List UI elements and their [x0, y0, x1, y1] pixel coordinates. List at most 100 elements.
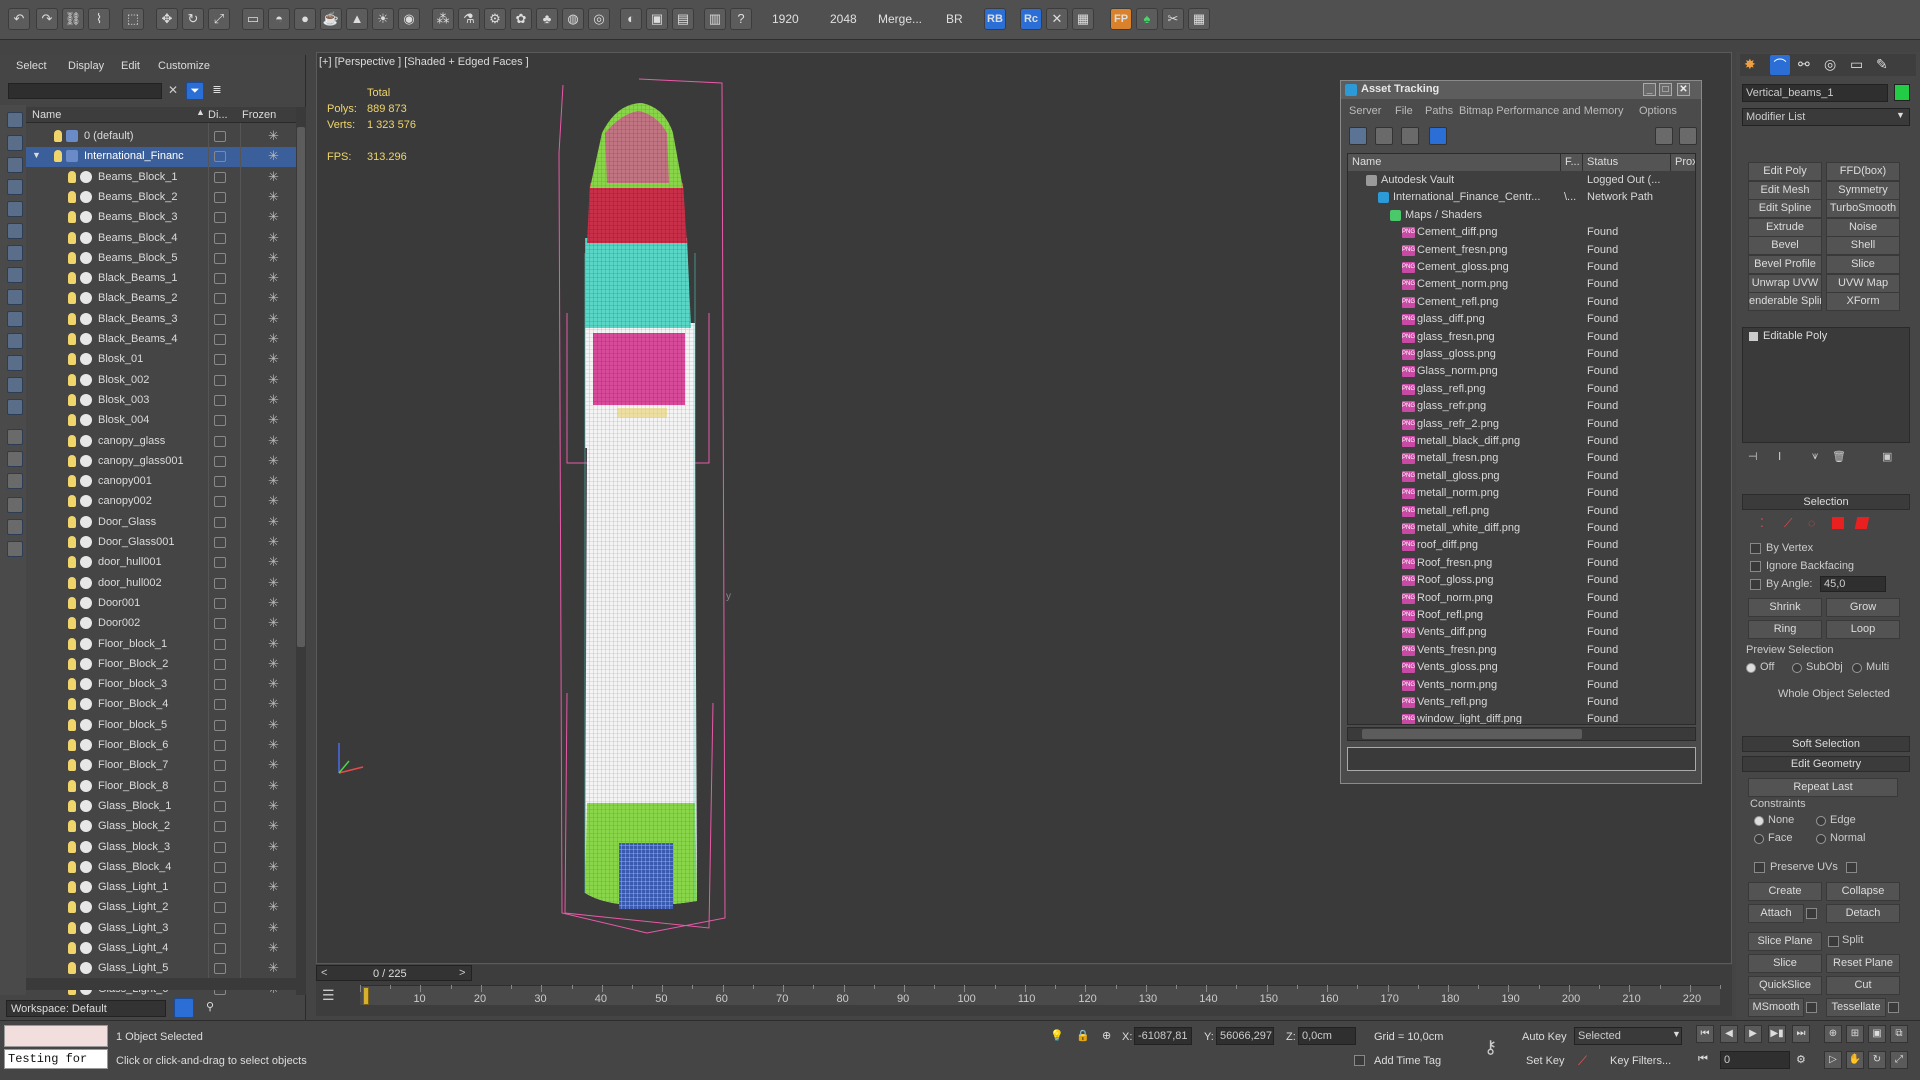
wrench-icon[interactable]: ✂ — [1162, 8, 1184, 30]
display-toggle-icon[interactable] — [214, 394, 226, 406]
asset-menu-server[interactable]: Server — [1349, 105, 1381, 117]
constraint-normal-radio[interactable] — [1816, 834, 1826, 844]
particles-icon[interactable]: ⁂ — [432, 8, 454, 30]
time-slider[interactable]: < 0 / 225 > — [316, 965, 472, 981]
visibility-bulb-icon[interactable] — [54, 130, 62, 142]
display-toggle-icon[interactable] — [214, 313, 226, 325]
freeze-toggle-icon[interactable]: ✳ — [268, 534, 279, 550]
scene-item[interactable]: canopy_glass001 ✳ — [26, 452, 296, 472]
freeze-toggle-icon[interactable]: ✳ — [268, 189, 279, 205]
display-toggle-icon[interactable] — [214, 191, 226, 203]
scene-item[interactable]: 0 (default) ✳ — [26, 127, 296, 147]
asset-row[interactable]: PNG metall_refl.png Found — [1348, 503, 1695, 520]
asset-menu-paths[interactable]: Paths — [1425, 105, 1453, 117]
asset-row[interactable]: PNG Roof_gloss.png Found — [1348, 572, 1695, 589]
attach-list-icon[interactable] — [1806, 908, 1817, 919]
layout-icon[interactable]: ▥ — [704, 8, 726, 30]
visibility-bulb-icon[interactable] — [68, 698, 76, 711]
display-toggle-icon[interactable] — [214, 740, 226, 751]
visibility-bulb-icon[interactable] — [68, 292, 76, 305]
display-toggle-icon[interactable] — [214, 618, 226, 630]
freeze-toggle-icon[interactable]: ✳ — [268, 798, 279, 814]
display-toggle-icon[interactable] — [214, 334, 226, 345]
loop-button[interactable]: Loop — [1826, 620, 1900, 639]
col-frozen[interactable]: Frozen — [242, 109, 276, 121]
freeze-toggle-icon[interactable]: ✳ — [268, 656, 279, 672]
freeze-toggle-icon[interactable]: ✳ — [268, 676, 279, 692]
scene-item[interactable]: Glass_Light_5 ✳ — [26, 959, 296, 979]
visibility-bulb-icon[interactable] — [68, 576, 76, 589]
utilities-tab-icon[interactable]: ✎ — [1876, 56, 1888, 73]
display-objects-icon[interactable] — [7, 112, 23, 128]
visibility-bulb-icon[interactable] — [68, 739, 76, 751]
display-toggle-icon[interactable] — [214, 354, 226, 366]
help-icon[interactable]: ? — [730, 8, 752, 30]
asset-row[interactable]: PNG glass_refr.png Found — [1348, 398, 1695, 415]
modifier-button[interactable]: Edit Spline — [1748, 199, 1822, 219]
key-icon[interactable]: ⚷ — [1484, 1037, 1497, 1058]
freeze-toggle-icon[interactable]: ✳ — [268, 209, 279, 225]
preview-subobj-radio[interactable] — [1792, 663, 1802, 673]
visibility-bulb-icon[interactable] — [68, 556, 76, 569]
layer-explorer-icon[interactable] — [174, 998, 194, 1018]
invert-display-icon[interactable] — [7, 451, 23, 467]
slice-button[interactable]: Slice — [1748, 954, 1822, 973]
freeze-toggle-icon[interactable]: ✳ — [268, 554, 279, 570]
columns-icon[interactable] — [7, 541, 23, 557]
modifier-button[interactable]: XForm — [1826, 292, 1900, 312]
expand-chevron-icon[interactable]: ▼ — [32, 150, 41, 160]
sun-light-icon[interactable]: ☀ — [372, 8, 394, 30]
sort-icon[interactable] — [7, 519, 23, 535]
asset-row[interactable]: PNG metall_white_diff.png Found — [1348, 520, 1695, 537]
display-toggle-icon[interactable] — [214, 151, 226, 163]
display-none-icon[interactable] — [7, 429, 23, 445]
scene-item[interactable]: Blosk_004 ✳ — [26, 411, 296, 431]
list-view-icon[interactable] — [1375, 127, 1393, 145]
hdri-icon[interactable]: ◍ — [562, 8, 584, 30]
zoom-extents-icon[interactable]: ▣ — [1868, 1025, 1886, 1043]
visibility-bulb-icon[interactable] — [68, 170, 76, 183]
remove-modifier-icon[interactable]: 🗑 — [1832, 450, 1846, 463]
resolution-width[interactable]: 1920 — [772, 12, 799, 26]
fov-icon[interactable]: ▷ — [1824, 1051, 1842, 1069]
display-spacewarps-icon[interactable] — [7, 245, 23, 261]
asset-row[interactable]: PNG Cement_diff.png Found — [1348, 224, 1695, 241]
render-setup-icon[interactable]: ⚙ — [484, 8, 506, 30]
modifier-button[interactable]: Bevel — [1748, 236, 1822, 256]
visibility-bulb-icon[interactable] — [68, 373, 76, 386]
select-link-icon[interactable]: ⛓ — [62, 8, 84, 30]
display-toggle-icon[interactable] — [214, 719, 226, 731]
scene-item[interactable]: Beams_Block_3 ✳ — [26, 208, 296, 228]
workspace-dropdown[interactable]: Workspace: Default — [6, 1000, 166, 1017]
stack-item-editable-poly[interactable]: Editable Poly — [1763, 330, 1827, 342]
zoom-extents-all-icon[interactable]: ⧉ — [1890, 1025, 1908, 1043]
modifier-button[interactable]: Slice — [1826, 255, 1900, 274]
display-toggle-icon[interactable] — [214, 638, 226, 650]
scene-item[interactable]: Door_Glass001 ✳ — [26, 533, 296, 553]
visibility-bulb-icon[interactable] — [68, 942, 76, 954]
modifier-button[interactable]: Unwrap UVW — [1748, 273, 1822, 293]
y-coord-field[interactable]: 56066,297 — [1216, 1027, 1274, 1045]
asset-row[interactable]: PNG Vents_diff.png Found — [1348, 624, 1695, 641]
display-tab-icon[interactable]: ▭ — [1850, 56, 1863, 73]
modifier-button[interactable]: Shell — [1826, 236, 1900, 256]
current-frame-field[interactable]: 0 — [1720, 1051, 1790, 1069]
visibility-bulb-icon[interactable] — [68, 637, 76, 650]
freeze-toggle-icon[interactable]: ✳ — [268, 372, 279, 388]
configure-sets-icon[interactable]: ▣ — [1882, 450, 1892, 463]
visibility-bulb-icon[interactable] — [68, 272, 76, 285]
asset-row[interactable]: PNG metall_gloss.png Found — [1348, 468, 1695, 485]
freeze-toggle-icon[interactable]: ✳ — [268, 737, 279, 753]
asset-path-field[interactable] — [1347, 747, 1696, 771]
visibility-bulb-icon[interactable] — [68, 495, 76, 508]
scene-item[interactable]: Black_Beams_3 ✳ — [26, 310, 296, 330]
visibility-bulb-icon[interactable] — [68, 799, 76, 812]
time-slider-next-icon[interactable]: > — [459, 967, 465, 979]
tree-icon[interactable]: ♠ — [1136, 8, 1158, 30]
freeze-toggle-icon[interactable]: ✳ — [268, 696, 279, 712]
display-toggle-icon[interactable] — [214, 476, 226, 488]
soft-selection-rollout[interactable]: Soft Selection — [1742, 736, 1910, 752]
shrink-button[interactable]: Shrink — [1748, 598, 1822, 617]
freeze-toggle-icon[interactable]: ✳ — [268, 270, 279, 286]
polygon-mode-icon[interactable] — [1832, 517, 1844, 529]
